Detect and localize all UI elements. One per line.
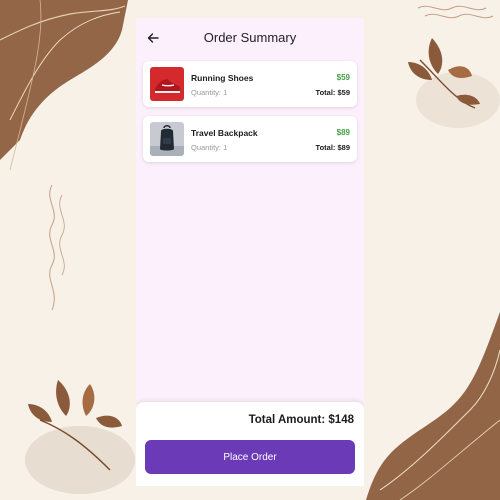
total-amount: Total Amount: $148 [248, 414, 354, 426]
checkout-panel: Total Amount: $148 Place Order [136, 402, 364, 486]
backpack-image [150, 122, 184, 156]
item-name: Running Shoes [191, 73, 254, 83]
item-price: $89 [336, 128, 350, 137]
canvas: Order Summary Running Shoes Quantity: 1 … [0, 0, 500, 500]
order-item-card: Running Shoes Quantity: 1 $59 Total: $59 [143, 61, 357, 107]
place-order-button[interactable]: Place Order [145, 440, 355, 474]
product-thumbnail-shoe [150, 67, 184, 101]
order-item-card: Travel Backpack Quantity: 1 $89 Total: $… [143, 116, 357, 162]
item-quantity: Quantity: 1 [191, 88, 228, 97]
app-header: Order Summary [136, 18, 364, 58]
order-summary-screen: Order Summary Running Shoes Quantity: 1 … [136, 18, 364, 486]
item-quantity: Quantity: 1 [191, 143, 228, 152]
page-title: Order Summary [203, 30, 297, 45]
running-shoe-image [150, 67, 184, 101]
item-price: $59 [336, 73, 350, 82]
item-name: Travel Backpack [191, 128, 258, 138]
item-total: Total: $59 [315, 88, 350, 97]
product-thumbnail-backpack [150, 122, 184, 156]
item-total: Total: $89 [315, 143, 350, 152]
